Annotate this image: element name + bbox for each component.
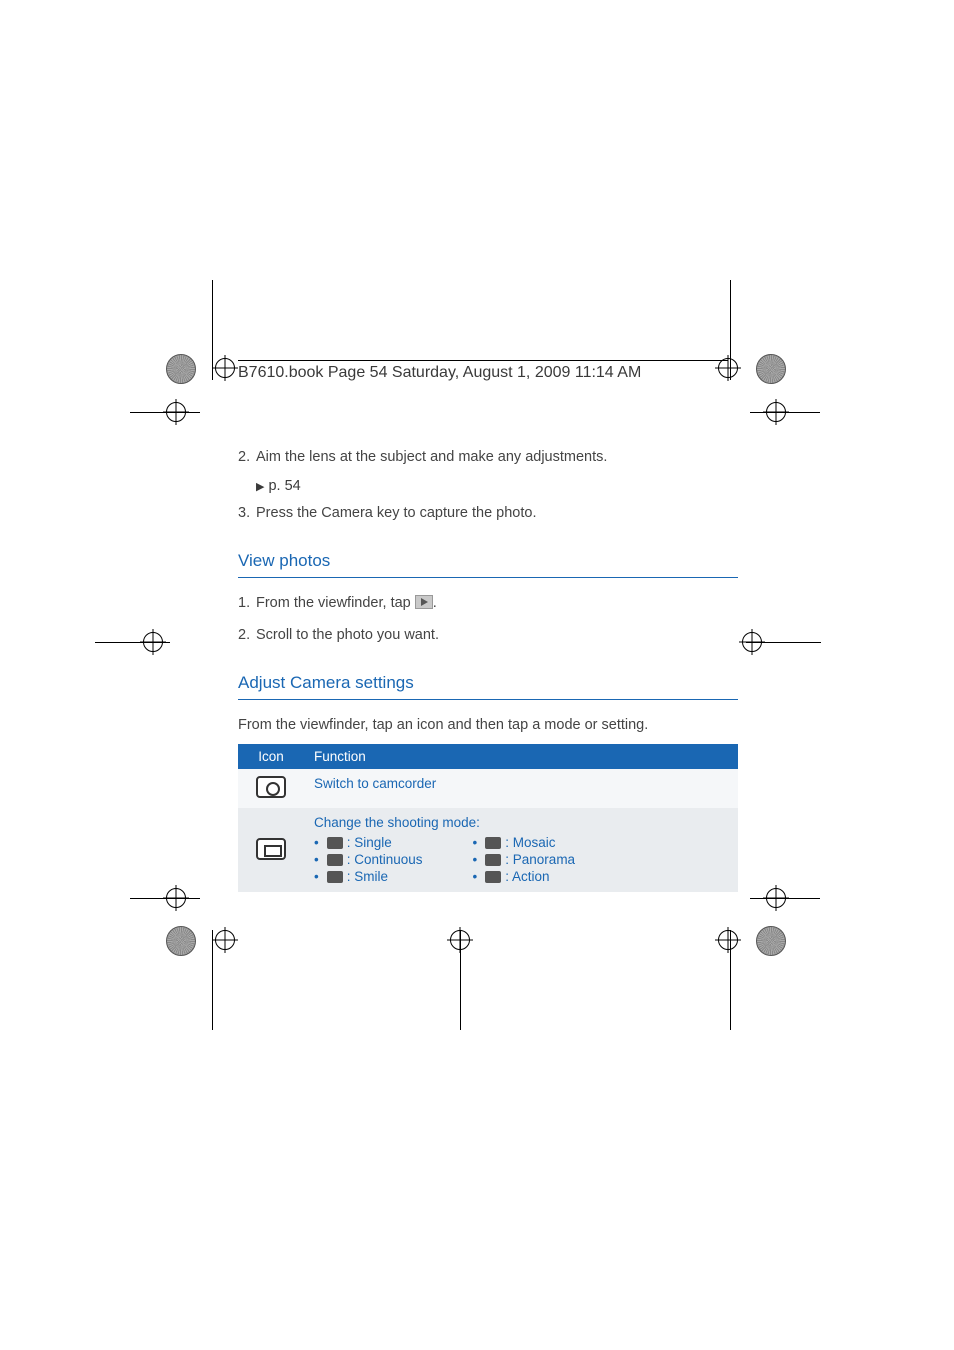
view-step-1-pre: From the viewfinder, tap bbox=[256, 595, 415, 611]
view-step-2-text: Scroll to the photo you want. bbox=[256, 627, 439, 643]
crop-line bbox=[130, 898, 200, 899]
panorama-mode-icon bbox=[485, 854, 501, 866]
camcorder-icon bbox=[256, 776, 286, 798]
list-item: : Action bbox=[473, 868, 576, 885]
table-row: Change the shooting mode: : Single : Con… bbox=[238, 808, 738, 892]
mode-label: : Mosaic bbox=[505, 835, 555, 850]
triangle-icon: ▶ bbox=[256, 480, 264, 493]
list-item: : Continuous bbox=[314, 851, 423, 868]
mode-label: : Single bbox=[347, 835, 392, 850]
crop-line bbox=[130, 412, 200, 413]
table-header-row: Icon Function bbox=[238, 744, 738, 769]
crop-line bbox=[730, 930, 731, 1030]
section-divider bbox=[238, 577, 738, 578]
step-2: 2.Aim the lens at the subject and make a… bbox=[238, 446, 738, 468]
mode-label: : Smile bbox=[347, 869, 388, 884]
xref-text: p. 54 bbox=[268, 478, 300, 494]
play-icon bbox=[415, 595, 433, 609]
registration-mark-icon bbox=[718, 930, 738, 950]
row1-text: Switch to camcorder bbox=[304, 769, 738, 808]
registration-mark-icon bbox=[215, 930, 235, 950]
row2-intro: Change the shooting mode: bbox=[314, 815, 728, 830]
shooting-mode-icon bbox=[256, 838, 286, 860]
mode-label: : Action bbox=[505, 869, 549, 884]
smile-mode-icon bbox=[327, 871, 343, 883]
action-mode-icon bbox=[485, 871, 501, 883]
mode-label: : Panorama bbox=[505, 852, 575, 867]
crop-line bbox=[746, 642, 821, 643]
list-item: : Panorama bbox=[473, 851, 576, 868]
continuous-mode-icon bbox=[327, 854, 343, 866]
list-item: : Mosaic bbox=[473, 834, 576, 851]
col-icon: Icon bbox=[238, 744, 304, 769]
crop-line bbox=[212, 280, 213, 380]
crop-line bbox=[750, 898, 820, 899]
table-row: Switch to camcorder bbox=[238, 769, 738, 808]
crop-line bbox=[212, 930, 213, 1030]
modes-right: : Mosaic : Panorama : Action bbox=[473, 834, 576, 885]
step-2-text: Aim the lens at the subject and make any… bbox=[256, 449, 607, 465]
single-mode-icon bbox=[327, 837, 343, 849]
view-step-1: 1.From the viewfinder, tap . bbox=[238, 592, 738, 614]
crop-line bbox=[95, 642, 170, 643]
col-function: Function bbox=[304, 744, 738, 769]
step-3: 3.Press the Camera key to capture the ph… bbox=[238, 502, 738, 524]
list-item: : Single bbox=[314, 834, 423, 851]
modes-left: : Single : Continuous : Smile bbox=[314, 834, 423, 885]
mosaic-mode-icon bbox=[485, 837, 501, 849]
step-2-xref: ▶ p. 54 bbox=[238, 478, 738, 494]
book-header: B7610.book Page 54 Saturday, August 1, 2… bbox=[238, 358, 738, 382]
section-divider bbox=[238, 699, 738, 700]
crop-globe-icon bbox=[756, 354, 786, 384]
crop-globe-icon bbox=[166, 926, 196, 956]
crop-line bbox=[750, 412, 820, 413]
crop-line bbox=[460, 930, 461, 1030]
settings-table: Icon Function Switch to camcorder Change… bbox=[238, 744, 738, 892]
section-view-photos-title: View photos bbox=[238, 551, 738, 571]
step-3-text: Press the Camera key to capture the phot… bbox=[256, 505, 536, 521]
view-step-1-post: . bbox=[433, 595, 437, 611]
list-item: : Smile bbox=[314, 868, 423, 885]
page-content: B7610.book Page 54 Saturday, August 1, 2… bbox=[238, 358, 738, 892]
crop-globe-icon bbox=[166, 354, 196, 384]
adjust-intro: From the viewfinder, tap an icon and the… bbox=[238, 714, 738, 736]
registration-mark-icon bbox=[215, 358, 235, 378]
section-adjust-title: Adjust Camera settings bbox=[238, 673, 738, 693]
view-step-2: 2.Scroll to the photo you want. bbox=[238, 624, 738, 646]
mode-label: : Continuous bbox=[347, 852, 423, 867]
crop-globe-icon bbox=[756, 926, 786, 956]
